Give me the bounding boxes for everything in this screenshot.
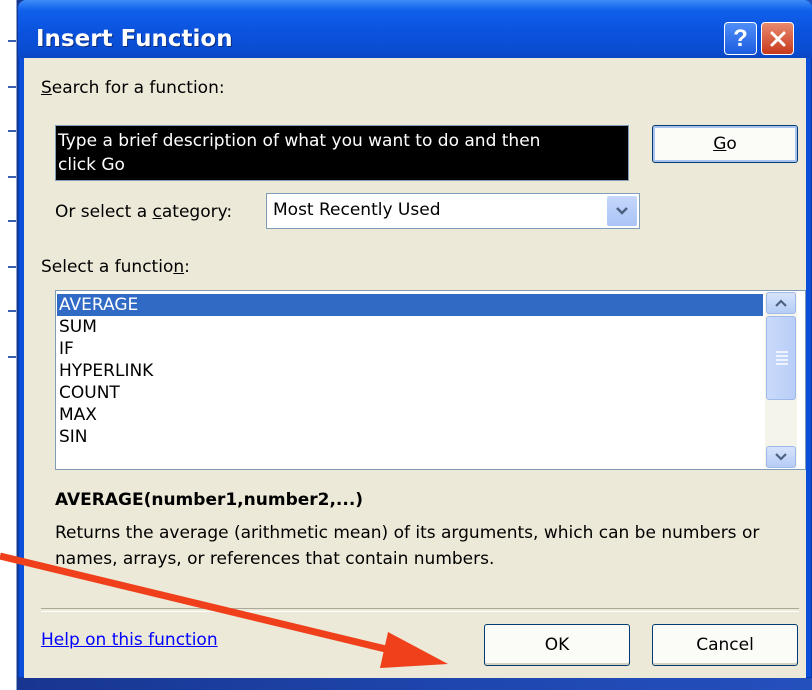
category-select[interactable]: Most Recently Used bbox=[266, 193, 640, 229]
function-signature: AVERAGE(number1,number2,...) bbox=[55, 490, 364, 510]
cancel-button[interactable]: Cancel bbox=[652, 624, 798, 666]
insert-function-dialog: Insert Function ? Search for a function:… bbox=[18, 0, 812, 678]
function-list-label: Select a function: bbox=[41, 257, 190, 277]
scroll-up-button[interactable] bbox=[766, 292, 796, 314]
ok-button[interactable]: OK bbox=[484, 624, 630, 666]
help-button[interactable]: ? bbox=[724, 22, 757, 55]
close-button[interactable] bbox=[761, 22, 794, 55]
divider bbox=[41, 608, 799, 612]
scroll-thumb[interactable] bbox=[766, 316, 796, 400]
search-text-line2: click Go bbox=[58, 155, 125, 175]
scroll-up-icon bbox=[775, 299, 787, 307]
vertical-scrollbar[interactable] bbox=[765, 292, 797, 468]
cancel-button-label: Cancel bbox=[696, 635, 754, 655]
function-listbox[interactable]: AVERAGE SUM IF HYPERLINK COUNT MAX SIN bbox=[55, 290, 806, 470]
list-item[interactable]: MAX bbox=[57, 404, 763, 426]
search-text-line1: Type a brief description of what you wan… bbox=[58, 131, 541, 151]
title-bar[interactable]: Insert Function ? bbox=[18, 0, 812, 58]
chevron-down-icon bbox=[616, 207, 628, 215]
scroll-down-icon bbox=[775, 453, 787, 461]
ok-button-label: OK bbox=[544, 635, 570, 655]
category-value: Most Recently Used bbox=[273, 200, 441, 220]
help-icon: ? bbox=[733, 24, 748, 52]
list-item[interactable]: SIN bbox=[57, 426, 763, 448]
spreadsheet-edge bbox=[0, 0, 17, 690]
dialog-body: Search for a function: Type a brief desc… bbox=[24, 58, 806, 678]
list-item[interactable]: AVERAGE bbox=[57, 294, 763, 316]
search-input[interactable]: Type a brief description of what you wan… bbox=[55, 125, 629, 181]
grip-icon bbox=[776, 351, 788, 367]
dialog-title: Insert Function bbox=[36, 26, 233, 52]
help-on-function-link[interactable]: Help on this function bbox=[41, 630, 218, 650]
list-item[interactable]: SUM bbox=[57, 316, 763, 338]
list-item[interactable]: HYPERLINK bbox=[57, 360, 763, 382]
list-item[interactable]: COUNT bbox=[57, 382, 763, 404]
category-label: Or select a category: bbox=[55, 202, 233, 222]
search-label: Search for a function: bbox=[41, 78, 225, 98]
category-dropdown-button[interactable] bbox=[607, 196, 637, 226]
go-button[interactable]: Go bbox=[652, 125, 798, 163]
function-description: Returns the average (arithmetic mean) of… bbox=[55, 523, 760, 569]
search-label-text: earch for a function: bbox=[51, 78, 225, 98]
list-item[interactable]: IF bbox=[57, 338, 763, 360]
scroll-down-button[interactable] bbox=[766, 446, 796, 468]
close-icon bbox=[770, 31, 785, 46]
go-button-label: Go bbox=[713, 134, 737, 154]
